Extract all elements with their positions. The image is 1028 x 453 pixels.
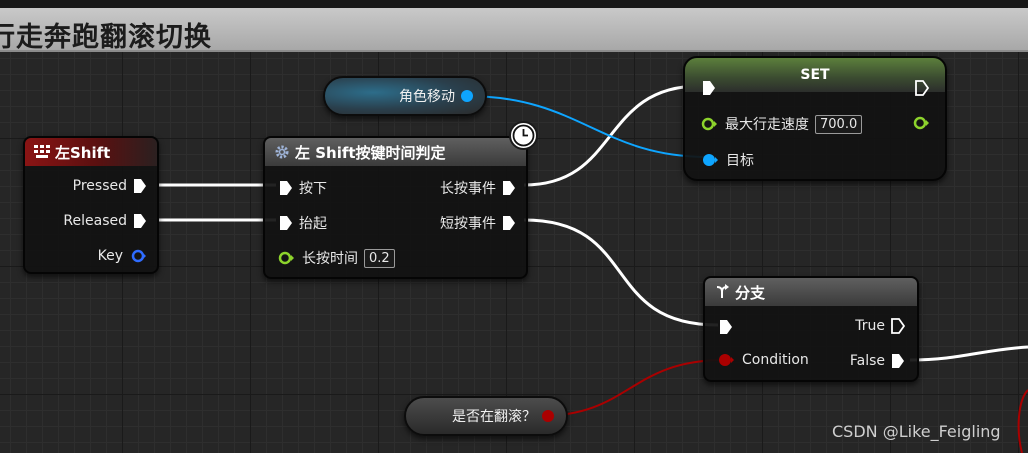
exec-out-pin-icon[interactable] (915, 80, 929, 96)
float-out-pin-icon[interactable] (913, 116, 931, 130)
set-node[interactable]: SET 最大行走速度 700.0 目标 (683, 56, 947, 181)
long-event-pin[interactable]: 长按事件 (440, 178, 516, 198)
target-pin[interactable]: 目标 (702, 150, 754, 170)
true-label: True (855, 318, 885, 334)
long-event-label: 长按事件 (440, 181, 496, 197)
long-press-time-label: 长按时间 (302, 251, 358, 267)
exec-in-pin-icon[interactable] (719, 319, 733, 335)
exec-in-pin-icon[interactable] (279, 215, 293, 231)
press-label: 按下 (299, 181, 327, 197)
float-pin-icon[interactable] (701, 117, 719, 131)
float-pin-icon[interactable] (278, 251, 296, 265)
pressed-pin[interactable]: Pressed (73, 178, 147, 194)
long-press-time-input[interactable]: 0.2 (364, 248, 395, 268)
gear-icon (273, 143, 291, 161)
object-pin-icon[interactable] (702, 153, 720, 167)
released-pin[interactable]: Released (63, 213, 147, 229)
condition-pin[interactable]: Condition (718, 352, 809, 368)
exec-out-pin-icon[interactable] (891, 353, 905, 369)
left-shift-event-node[interactable]: 左Shift Pressed Released Key (23, 136, 159, 274)
max-walk-speed-label: 最大行走速度 (725, 117, 809, 133)
shift-judge-header[interactable]: 左 Shift按键时间判定 (265, 138, 526, 166)
false-label: False (849, 353, 885, 369)
struct-pin-icon[interactable] (131, 249, 147, 263)
condition-label: Condition (742, 352, 809, 368)
object-pin-icon[interactable] (461, 90, 473, 102)
long-press-time-pin[interactable]: 长按时间 0.2 (278, 248, 395, 268)
set-title: SET (800, 67, 830, 83)
press-pin[interactable]: 按下 (279, 178, 327, 198)
clock-icon (509, 121, 538, 150)
wire-long-to-set (523, 84, 701, 187)
character-movement-label: 角色移动 (399, 89, 455, 105)
is-rolling-label: 是否在翻滚？ (452, 409, 536, 425)
branch-icon (713, 283, 731, 301)
exec-in-pin-icon[interactable] (279, 180, 293, 196)
keyboard-icon (33, 143, 51, 161)
watermark: CSDN @Like_Feigling (832, 422, 1001, 441)
left-shift-header[interactable]: 左Shift (25, 138, 157, 166)
key-label: Key (97, 248, 123, 264)
exec-out-pin-icon[interactable] (133, 213, 147, 229)
shift-judge-title: 左 Shift按键时间判定 (295, 143, 446, 162)
wire-false-out (909, 345, 1028, 362)
set-header[interactable]: SET (685, 58, 945, 92)
true-pin[interactable]: True (855, 318, 905, 334)
exec-out-pin-icon[interactable] (133, 178, 147, 194)
branch-node[interactable]: 分支 Condition True False (703, 276, 919, 382)
branch-header[interactable]: 分支 (705, 278, 917, 306)
bool-pin-icon[interactable] (542, 410, 554, 422)
released-label: Released (63, 213, 127, 229)
key-pin[interactable]: Key (98, 248, 147, 264)
false-pin[interactable]: False (850, 353, 905, 369)
shift-time-judge-node[interactable]: 左 Shift按键时间判定 按下 抬起 长按时间 0.2 长按事件 短按事件 (263, 136, 528, 279)
max-walk-speed-input[interactable]: 700.0 (815, 114, 863, 134)
wire-red-right-edge (1017, 389, 1028, 453)
character-movement-variable[interactable]: 角色移动 (323, 76, 487, 116)
max-walk-speed-pin[interactable]: 最大行走速度 700.0 (701, 114, 863, 134)
left-shift-title: 左Shift (55, 143, 111, 162)
pressed-label: Pressed (72, 178, 127, 194)
lift-pin[interactable]: 抬起 (279, 213, 327, 233)
short-event-label: 短按事件 (440, 216, 496, 232)
bool-pin-icon[interactable] (718, 353, 736, 367)
wire-short-to-branch (523, 218, 719, 327)
is-rolling-variable[interactable]: 是否在翻滚？ (404, 396, 568, 436)
exec-out-pin-icon[interactable] (891, 318, 905, 334)
lift-label: 抬起 (299, 216, 327, 232)
short-event-pin[interactable]: 短按事件 (440, 213, 516, 233)
exec-out-pin-icon[interactable] (502, 180, 516, 196)
branch-title: 分支 (735, 283, 766, 302)
exec-out-pin-icon[interactable] (502, 215, 516, 231)
wire-rolling-to-condition (539, 359, 725, 417)
target-label: 目标 (726, 153, 754, 169)
exec-in-pin-icon[interactable] (702, 80, 716, 96)
